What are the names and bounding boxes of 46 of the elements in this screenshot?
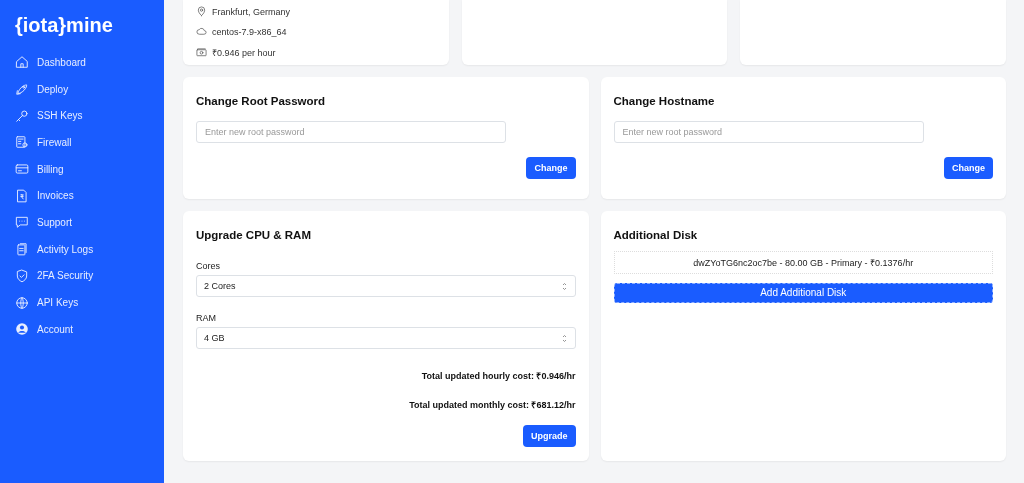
change-button[interactable]: Change [944, 157, 993, 179]
document-icon [15, 188, 29, 203]
info-text: Frankfurt, Germany [212, 6, 291, 17]
sidebar-item[interactable]: Deploy [15, 75, 69, 103]
change-button[interactable]: Change [526, 157, 576, 179]
input-field[interactable]: Enter new root password [196, 121, 506, 143]
sidebar-item[interactable]: Billing [15, 155, 64, 183]
disk-entry: dwZYoTG6nc2oc7be - 80.00 GB - Primary - ₹0.1376/hr [613, 251, 993, 274]
key-icon [15, 108, 29, 123]
hourly-cost: Total updated hourly cost: ₹0.946/hr [421, 370, 576, 382]
sidebar-item[interactable]: SSH Keys [15, 102, 83, 130]
card-title: Change Hostname [613, 95, 715, 107]
monthly-cost: Total updated monthly cost: ₹681.12/hr [409, 399, 576, 411]
upgrade-button[interactable]: Upgrade [523, 425, 576, 447]
credit-card-icon [15, 162, 29, 177]
card-title: Additional Disk [613, 229, 698, 241]
clipboard-icon [15, 242, 29, 257]
info-text: ₹0.946 per hour [212, 47, 276, 59]
card-title: Change Root Password [196, 95, 326, 107]
sidebar-item[interactable]: Invoices [15, 182, 74, 210]
add-disk-button[interactable]: Add Additional Disk [613, 282, 993, 303]
field-label: Cores [196, 261, 220, 271]
ram-select[interactable]: 4 GB [196, 327, 576, 349]
card-title: Upgrade CPU & RAM [196, 229, 311, 241]
sidebar-item[interactable]: Account [15, 315, 74, 343]
globe-icon [15, 295, 29, 310]
cloud-icon [196, 26, 207, 37]
logo: {iota}mine [15, 14, 113, 37]
chevron-up-down-icon [560, 281, 568, 291]
banknote-icon [196, 47, 207, 58]
sidebar-item[interactable]: API Keys [15, 289, 79, 316]
location-pin-icon [196, 6, 207, 17]
sidebar-item[interactable]: Firewall [15, 129, 72, 156]
info-text: centos-7.9-x86_64 [212, 26, 287, 37]
shield-icon [15, 268, 29, 283]
sidebar-item[interactable]: Support [15, 209, 73, 236]
sidebar-item[interactable]: Activity Logs [15, 235, 94, 263]
sidebar-item[interactable]: 2FA Security [15, 262, 94, 290]
chevron-up-down-icon [560, 333, 568, 343]
input-field[interactable]: Enter new root password [613, 121, 924, 143]
sidebar-item[interactable]: Dashboard [15, 49, 86, 76]
home-icon [15, 55, 29, 70]
chat-icon [15, 215, 29, 230]
cores-select[interactable]: 2 Cores [196, 275, 576, 297]
field-label: RAM [196, 313, 216, 323]
user-icon [15, 322, 29, 337]
